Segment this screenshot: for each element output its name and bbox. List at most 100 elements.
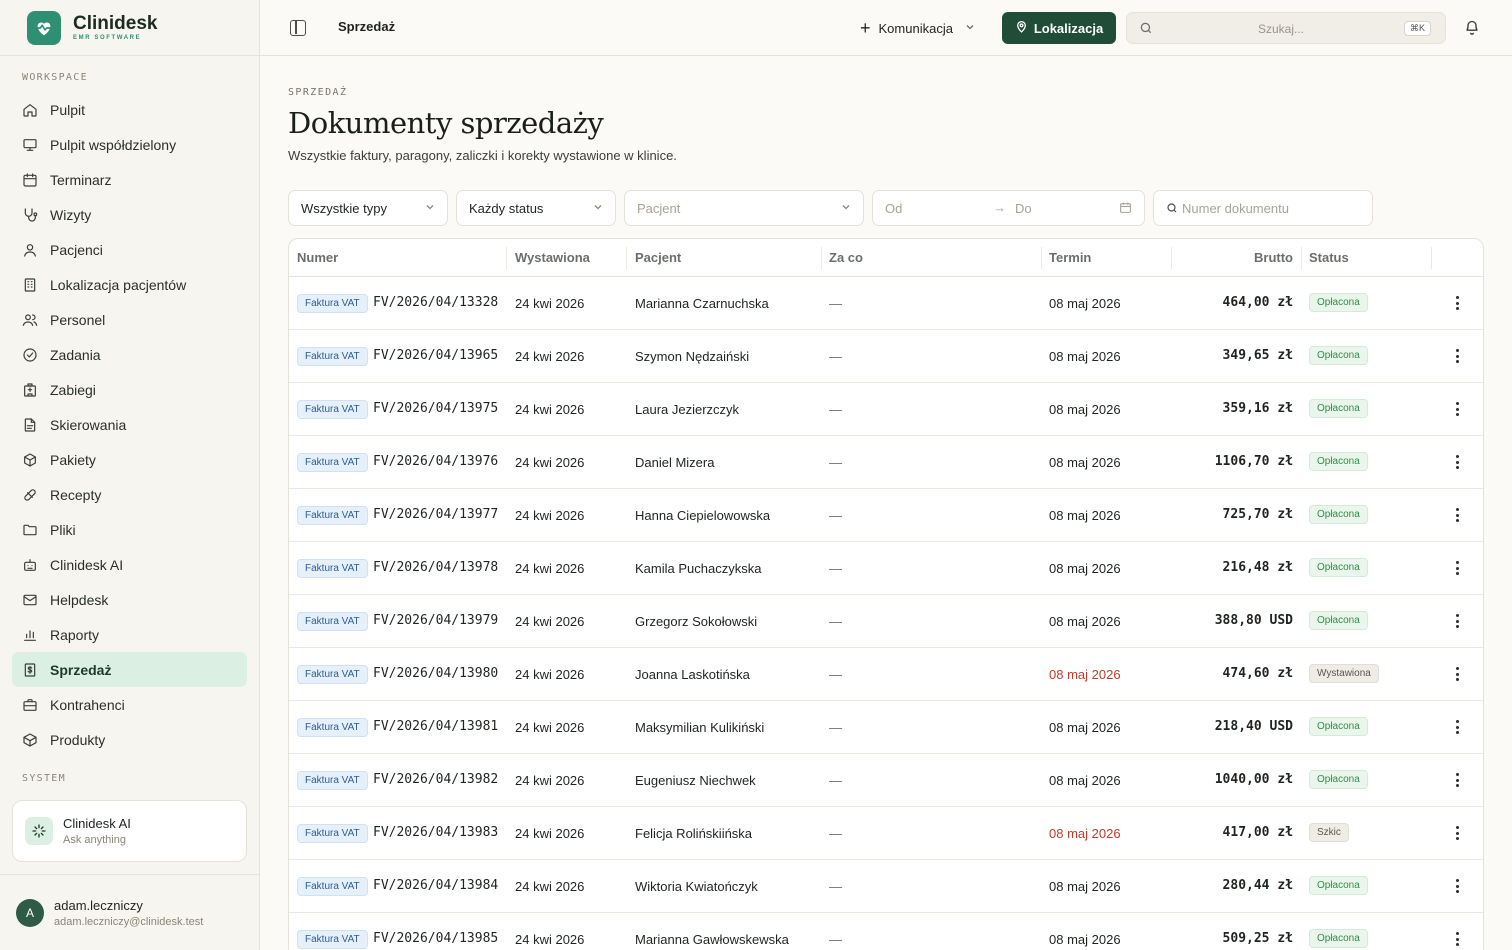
patient-name[interactable]: Hanna Ciepielowowska [635, 508, 770, 523]
column-header-gross[interactable]: Brutto [1254, 250, 1293, 265]
sidebar-item-raporty[interactable]: Raporty [12, 617, 247, 652]
sidebar-item-skierowania[interactable]: Skierowania [12, 407, 247, 442]
sidebar-item-pliki[interactable]: Pliki [12, 512, 247, 547]
patient-name[interactable]: Marianna Czarnuchska [635, 296, 769, 311]
more-vertical-icon[interactable] [1452, 400, 1462, 418]
sidebar-item-zadania[interactable]: Zadania [12, 337, 247, 372]
table-row[interactable]: Faktura VAT FV/2026/04/13975 24 kwi 2026 La… [289, 383, 1483, 436]
document-number[interactable]: FV/2026/04/13328 [373, 295, 498, 310]
patient-name[interactable]: Felicja Rolińskiińska [635, 826, 752, 841]
column-header-status[interactable]: Status [1309, 250, 1349, 265]
more-vertical-icon[interactable] [1452, 718, 1462, 736]
sidebar-item-produkty[interactable]: Produkty [12, 722, 247, 757]
bell-icon[interactable] [1464, 19, 1480, 41]
sidebar-item-pakiety[interactable]: Pakiety [12, 442, 247, 477]
more-vertical-icon[interactable] [1452, 930, 1462, 948]
sidebar-item-recepty[interactable]: Recepty [12, 477, 247, 512]
document-number[interactable]: FV/2026/04/13978 [373, 560, 498, 575]
patient-name[interactable]: Laura Jezierzczyk [635, 402, 739, 417]
status-filter-select[interactable]: Każdy status [456, 190, 616, 226]
patient-name[interactable]: Kamila Puchaczykska [635, 561, 761, 576]
more-vertical-icon[interactable] [1452, 665, 1462, 683]
sidebar-item-clinidesk-ai[interactable]: Clinidesk AI [12, 547, 247, 582]
due-date: 08 maj 2026 [1049, 667, 1121, 682]
search-box: ⌘K [1126, 12, 1446, 44]
user-profile[interactable]: A adam.leczniczy adam.leczniczy@clinides… [0, 874, 259, 950]
document-number[interactable]: FV/2026/04/13983 [373, 825, 498, 840]
sidebar-item-zabiegi[interactable]: Zabiegi [12, 372, 247, 407]
table-row[interactable]: Faktura VAT FV/2026/04/13981 24 kwi 2026 Ma… [289, 701, 1483, 754]
more-vertical-icon[interactable] [1452, 506, 1462, 524]
document-number[interactable]: FV/2026/04/13980 [373, 666, 498, 681]
sidebar-item-sprzedaż[interactable]: Sprzedaż [12, 652, 247, 687]
more-vertical-icon[interactable] [1452, 453, 1462, 471]
more-vertical-icon[interactable] [1452, 559, 1462, 577]
document-number[interactable]: FV/2026/04/13977 [373, 507, 498, 522]
table-row[interactable]: Faktura VAT FV/2026/04/13983 24 kwi 2026 Fe… [289, 807, 1483, 860]
patient-name[interactable]: Joanna Laskotińska [635, 667, 750, 682]
sidebar-item-lokalizacja-pacjentów[interactable]: Lokalizacja pacjentów [12, 267, 247, 302]
table-row[interactable]: Faktura VAT FV/2026/04/13984 24 kwi 2026 Wi… [289, 860, 1483, 913]
gross-amount: 359,16 zł [1222, 401, 1293, 416]
package-icon [22, 452, 38, 468]
patient-filter-select[interactable]: Pacjent [624, 190, 864, 226]
table-row[interactable]: Faktura VAT FV/2026/04/13977 24 kwi 2026 Ha… [289, 489, 1483, 542]
column-header-issued[interactable]: Wystawiona [515, 250, 590, 265]
more-vertical-icon[interactable] [1452, 771, 1462, 789]
sidebar-item-helpdesk[interactable]: Helpdesk [12, 582, 247, 617]
document-number[interactable]: FV/2026/04/13982 [373, 772, 498, 787]
document-number-filter[interactable]: Numer dokumentu [1153, 190, 1373, 226]
sidebar-item-pulpit-współdzielony[interactable]: Pulpit współdzielony [12, 127, 247, 162]
sidebar-item-terminarz[interactable]: Terminarz [12, 162, 247, 197]
patient-name[interactable]: Maksymilian Kulikiński [635, 720, 764, 735]
more-vertical-icon[interactable] [1452, 612, 1462, 630]
table-row[interactable]: Faktura VAT FV/2026/04/13965 24 kwi 2026 Sz… [289, 330, 1483, 383]
more-vertical-icon[interactable] [1452, 294, 1462, 312]
table-row[interactable]: Faktura VAT FV/2026/04/13979 24 kwi 2026 Gr… [289, 595, 1483, 648]
table-row[interactable]: Faktura VAT FV/2026/04/13982 24 kwi 2026 Eu… [289, 754, 1483, 807]
hospital-icon [22, 382, 38, 398]
document-number[interactable]: FV/2026/04/13976 [373, 454, 498, 469]
table-row[interactable]: Faktura VAT FV/2026/04/13328 24 kwi 2026 Ma… [289, 277, 1483, 330]
issued-date: 24 kwi 2026 [515, 402, 585, 417]
sidebar-item-pulpit[interactable]: Pulpit [12, 92, 247, 127]
more-vertical-icon[interactable] [1452, 877, 1462, 895]
patient-name[interactable]: Grzegorz Sokołowski [635, 614, 757, 629]
column-header-patient[interactable]: Pacjent [635, 250, 681, 265]
patient-name[interactable]: Szymon Nędzaiński [635, 349, 749, 364]
document-number[interactable]: FV/2026/04/13979 [373, 613, 498, 628]
column-header-for[interactable]: Za co [829, 250, 863, 265]
type-filter-select[interactable]: Wszystkie typy [288, 190, 448, 226]
ai-assistant-card[interactable]: Clinidesk AI Ask anything [12, 800, 247, 862]
table-row[interactable]: Faktura VAT FV/2026/04/13985 24 kwi 2026 Ma… [289, 913, 1483, 950]
sidebar-item-label: Kontrahenci [50, 696, 125, 713]
patient-name[interactable]: Marianna Gawłowskewska [635, 932, 789, 947]
brand[interactable]: Clinidesk EMR SOFTWARE [0, 0, 259, 56]
document-number[interactable]: FV/2026/04/13965 [373, 348, 498, 363]
document-number[interactable]: FV/2026/04/13975 [373, 401, 498, 416]
sidebar-item-personel[interactable]: Personel [12, 302, 247, 337]
more-vertical-icon[interactable] [1452, 824, 1462, 842]
column-header-number[interactable]: Numer [297, 250, 338, 265]
sidebar-item-pacjenci[interactable]: Pacjenci [12, 232, 247, 267]
table-row[interactable]: Faktura VAT FV/2026/04/13978 24 kwi 2026 Ka… [289, 542, 1483, 595]
document-number[interactable]: FV/2026/04/13984 [373, 878, 498, 893]
patient-name[interactable]: Wiktoria Kwiatończyk [635, 879, 758, 894]
sidebar-item-wizyty[interactable]: Wizyty [12, 197, 247, 232]
column-header-due[interactable]: Termin [1049, 250, 1091, 265]
patient-name[interactable]: Eugeniusz Niechwek [635, 773, 756, 788]
breadcrumb: Sprzedaż [338, 19, 396, 34]
search-input[interactable] [1161, 19, 1401, 39]
document-number[interactable]: FV/2026/04/13981 [373, 719, 498, 734]
document-number[interactable]: FV/2026/04/13985 [373, 931, 498, 946]
more-vertical-icon[interactable] [1452, 347, 1462, 365]
table-row[interactable]: Faktura VAT FV/2026/04/13980 24 kwi 2026 Jo… [289, 648, 1483, 701]
table-row[interactable]: Faktura VAT FV/2026/04/13976 24 kwi 2026 Da… [289, 436, 1483, 489]
patient-name[interactable]: Daniel Mizera [635, 455, 714, 470]
date-range-picker[interactable]: Od → Do [872, 190, 1145, 226]
lokalizacja-button[interactable]: Lokalizacja [1002, 12, 1116, 44]
sidebar-toggle-icon[interactable] [290, 20, 306, 36]
komunikacja-dropdown[interactable]: + Komunikacja [860, 14, 975, 42]
sidebar-item-kontrahenci[interactable]: Kontrahenci [12, 687, 247, 722]
plus-icon: + [860, 17, 871, 38]
